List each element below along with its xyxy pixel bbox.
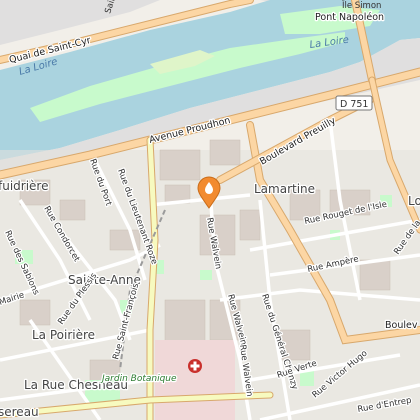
label-serreau: sereau bbox=[0, 405, 39, 419]
label-jardin-botanique: Jardin Botanique bbox=[100, 374, 177, 384]
label-boulevard-right: Boulev bbox=[385, 320, 418, 331]
label-edge-lo: Lo bbox=[408, 194, 420, 208]
hospital-cross-icon[interactable] bbox=[188, 359, 202, 373]
label-la-poiriere: La Poirière bbox=[32, 328, 95, 342]
label-ile-simon: Île Simon bbox=[341, 0, 381, 11]
road-shield-d751: D 751 bbox=[335, 95, 373, 111]
svg-text:D 751: D 751 bbox=[340, 99, 368, 110]
label-lamartine: Lamartine bbox=[254, 182, 315, 196]
map-canvas[interactable]: Île Simon Pont Napoléon La Loire La Loir… bbox=[0, 0, 420, 420]
map-view[interactable]: Île Simon Pont Napoléon La Loire La Loir… bbox=[0, 0, 420, 420]
label-fuidriere: fuidrière bbox=[0, 179, 48, 193]
label-pont-napoleon: Pont Napoléon bbox=[315, 12, 384, 23]
